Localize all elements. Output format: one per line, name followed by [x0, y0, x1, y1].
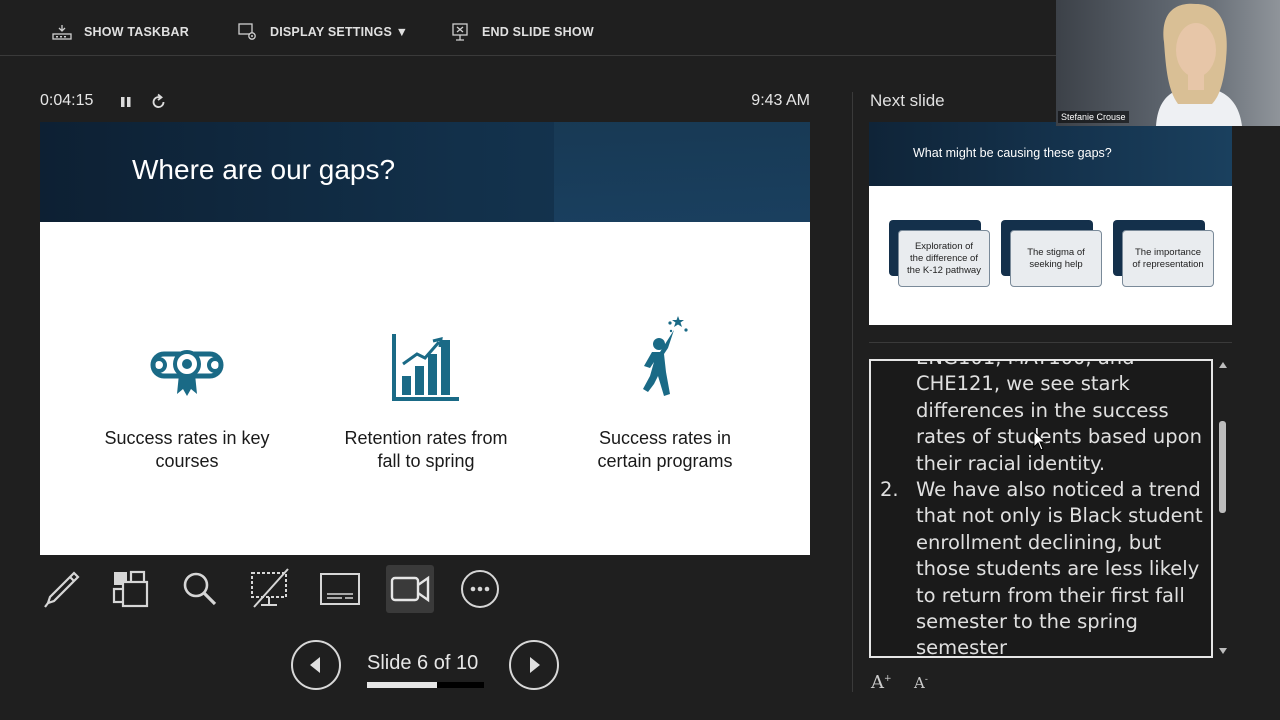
- see-all-slides-button[interactable]: [106, 565, 154, 613]
- slide-title: Where are our gaps?: [132, 154, 396, 185]
- previous-slide-button[interactable]: [291, 640, 341, 690]
- next-slide-title: What might be causing these gaps?: [913, 146, 1112, 160]
- show-taskbar-button[interactable]: SHOW TASKBAR: [52, 18, 189, 46]
- video-camera-icon: [390, 575, 430, 603]
- display-settings-button[interactable]: DISPLAY SETTINGS ▼: [238, 18, 408, 46]
- restart-icon: [152, 93, 165, 108]
- next-slide-preview[interactable]: What might be causing these gaps? Explor…: [869, 122, 1232, 325]
- scroll-down-icon[interactable]: [1218, 647, 1228, 655]
- subtitles-icon: [320, 573, 360, 605]
- diploma-icon: [150, 350, 224, 396]
- notes-separator: [869, 342, 1232, 343]
- slide-header-panel: [554, 122, 810, 222]
- presenter-view: SHOW TASKBAR DISPLAY SETTINGS ▼ END SLID…: [0, 0, 1280, 720]
- black-screen-button[interactable]: [246, 565, 294, 613]
- screen-off-icon: [251, 568, 289, 608]
- slide-item-label: Retention rates from fall to spring: [344, 428, 508, 471]
- slide-item-label: Success rates in key courses: [104, 428, 270, 471]
- next-slide-card: The stigma of seeking help: [1001, 220, 1102, 287]
- slide-progress-fill: [367, 682, 438, 688]
- presenter-silhouette: [1156, 3, 1242, 126]
- next-slide-card: The importance of representation: [1113, 220, 1214, 287]
- current-time: 9:43 AM: [751, 92, 810, 109]
- decrease-font-button[interactable]: A-: [914, 674, 928, 692]
- magnifier-icon: [183, 572, 217, 606]
- increase-font-button[interactable]: A+: [871, 672, 892, 693]
- slide-item-key-courses: Success rates in key courses: [87, 312, 287, 473]
- restart-timer-button[interactable]: [150, 92, 168, 112]
- webcam-feed: Stefanie Crouse: [1056, 0, 1280, 126]
- mouse-cursor-icon: [1033, 431, 1047, 451]
- end-slide-show-label: END SLIDE SHOW: [482, 25, 594, 39]
- more-options-button[interactable]: [456, 565, 504, 613]
- slide-progress-bar: [367, 682, 484, 688]
- chevron-right-icon: [530, 657, 540, 673]
- pen-icon: [44, 571, 80, 608]
- show-taskbar-label: SHOW TASKBAR: [84, 25, 189, 39]
- camera-toggle-button[interactable]: [386, 565, 434, 613]
- subtitles-button[interactable]: [316, 565, 364, 613]
- speaker-notes[interactable]: ENG101, MAT100, and CHE121, we see stark…: [869, 359, 1213, 658]
- presenter-toolbar: SHOW TASKBAR DISPLAY SETTINGS ▼ END SLID…: [0, 0, 1056, 56]
- display-settings-icon: [238, 23, 256, 40]
- slide-item-label: Success rates in certain programs: [597, 428, 733, 471]
- scroll-up-icon[interactable]: [1218, 361, 1228, 369]
- pen-tool-button[interactable]: [38, 565, 86, 613]
- zoom-button[interactable]: [176, 565, 224, 613]
- bar-chart-growth-icon: [392, 334, 459, 401]
- scroll-thumb[interactable]: [1219, 421, 1226, 513]
- speaker-notes-text: ENG101, MAT100, and CHE121, we see stark…: [880, 361, 1203, 658]
- pane-divider[interactable]: [852, 92, 853, 692]
- slide-item-programs: Success rates in certain programs: [565, 312, 765, 473]
- notes-scrollbar[interactable]: [1215, 359, 1231, 658]
- slide-item-retention: Retention rates from fall to spring: [326, 312, 526, 473]
- pause-icon: [121, 97, 131, 107]
- slides-grid-icon: [112, 570, 149, 608]
- slide-counter[interactable]: Slide 6 of 10: [367, 652, 478, 675]
- current-slide[interactable]: Where are our gaps? Success rates in key…: [40, 122, 810, 555]
- webcam-name-label: Stefanie Crouse: [1058, 111, 1129, 123]
- next-slide-button[interactable]: [509, 640, 559, 690]
- more-icon: [461, 570, 499, 608]
- taskbar-icon: [52, 25, 72, 40]
- pause-timer-button[interactable]: [118, 92, 136, 112]
- next-slide-card: Exploration of the difference of the K-1…: [889, 220, 990, 287]
- end-slide-show-button[interactable]: END SLIDE SHOW: [450, 18, 594, 46]
- display-settings-label: DISPLAY SETTINGS ▼: [270, 25, 409, 39]
- list-number: 2.: [880, 478, 899, 502]
- person-reaching-star-icon: [643, 316, 688, 396]
- end-show-icon: [452, 23, 468, 41]
- chevron-left-icon: [310, 657, 320, 673]
- elapsed-timer: 0:04:15: [40, 92, 94, 109]
- next-slide-label: Next slide: [870, 91, 945, 110]
